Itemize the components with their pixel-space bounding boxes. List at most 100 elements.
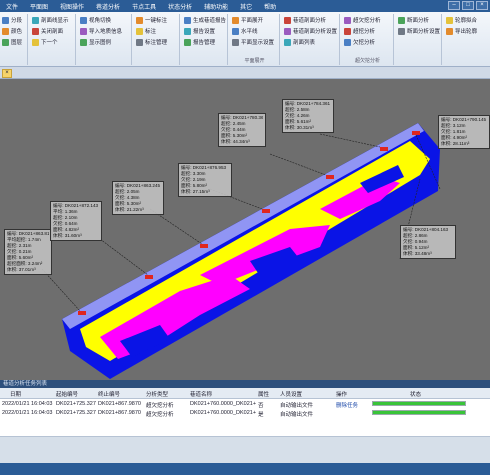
ribbon-btn-profile-list[interactable]: 剖面列表	[284, 38, 315, 46]
tunnel-3d-viewport[interactable]: 编号: DK021+863.816 平均超挖: 1.74m 超挖: 2.31m 欠挖:…	[0, 79, 490, 380]
ribbon-btn-section-analysis[interactable]: 断面分析	[398, 16, 429, 24]
menu-view[interactable]: 视图操作	[54, 2, 90, 11]
col-type[interactable]: 分析类型	[146, 390, 168, 398]
import-icon	[80, 27, 87, 35]
annotation-line: 体积: 27.15m³	[181, 189, 210, 194]
ribbon-btn-export-contour[interactable]: 导出轮廓	[446, 27, 477, 35]
task-table: 日期 起始编号 终止编号 分析类型 巷道名称 属性 人员设置 操作 状态 202…	[0, 388, 490, 436]
annotation-line: 体积: 33.48m³	[403, 251, 432, 256]
station-marker	[145, 275, 153, 279]
minimize-icon[interactable]: –	[448, 1, 460, 10]
cell-personnel: 自动输出文件	[280, 412, 314, 418]
list-icon	[284, 38, 291, 46]
col-status[interactable]: 状态	[410, 390, 421, 398]
ribbon-btn-profile-settings[interactable]: 巷道剖面分析设置	[284, 27, 337, 35]
cell-tunnel: DK021+760.0000_DK021+900	[190, 410, 256, 416]
document-tab[interactable]: ×	[2, 69, 12, 78]
manage-icon	[136, 38, 143, 46]
annotation-line: 体积: 21.22m³	[115, 207, 144, 212]
ribbon-btn-color[interactable]: 颜色	[2, 27, 22, 35]
display-icon	[232, 38, 239, 46]
folder-icon	[184, 38, 191, 46]
profile-icon	[284, 16, 291, 24]
ribbon-btn-overunder[interactable]: 超欠挖分析	[344, 16, 381, 24]
ribbon-btn-label[interactable]: 标注	[136, 27, 156, 35]
cell-end: DK021+867.9870	[98, 401, 141, 407]
ribbon-btn-next[interactable]: 下一个	[32, 38, 58, 46]
section-annotation-box[interactable]: 编号: DK021+804.163 超挖: 2.86m 欠挖: 0.94m 面积: 5…	[400, 225, 456, 259]
col-tunnel[interactable]: 巷道名称	[190, 390, 212, 398]
ribbon-btn-flat-settings[interactable]: 平面显示设置	[232, 38, 274, 46]
legend-icon	[80, 38, 87, 46]
col-date[interactable]: 日期	[10, 390, 21, 398]
menu-analysis[interactable]: 巷道分析	[90, 2, 126, 11]
ribbon-btn-segment[interactable]: 分段	[2, 16, 22, 24]
status-bar	[0, 463, 490, 475]
task-panel-title: 巷道分析任务列表	[0, 380, 490, 388]
menu-plan[interactable]: 平面图	[24, 2, 54, 11]
close-icon[interactable]: ×	[476, 1, 488, 10]
annotation-line: 体积: 28.11m³	[441, 141, 470, 146]
ribbon-btn-section-analysis-settings[interactable]: 断面分析设置	[398, 27, 440, 35]
ribbon-group-4: 一键标注 标注 标注管理	[134, 14, 180, 65]
menu-file[interactable]: 文件	[0, 2, 24, 11]
maximize-icon[interactable]: □	[462, 1, 474, 10]
cell-type: 超欠挖分析	[146, 403, 174, 409]
menu-other[interactable]: 其它	[234, 2, 258, 11]
ribbon-btn-section-show[interactable]: 剖面线显示	[32, 16, 69, 24]
section-annotation-box[interactable]: 编号: DK021+780.360 超挖: 2.45m 欠挖: 0.44m 面积: 5…	[218, 113, 266, 147]
view-switch-icon	[80, 16, 87, 24]
menu-node[interactable]: 节点工具	[126, 2, 162, 11]
ribbon-group-1: 分段 颜色 图层	[0, 14, 28, 65]
section-annotation-box[interactable]: 编号: DK021+872.143 平均: 1.36m 超挖: 2.10m 欠挖: 0…	[50, 201, 102, 241]
section-annotation-box[interactable]: 编号: DK021+863.816 平均超挖: 1.74m 超挖: 2.31m 欠挖:…	[4, 229, 52, 275]
menu-help[interactable]: 帮助	[258, 2, 282, 11]
close-section-icon	[32, 27, 39, 35]
station-marker	[262, 209, 270, 213]
contour-icon	[446, 16, 453, 24]
ribbon-btn-horizontal[interactable]: 水平线	[232, 27, 258, 35]
cell-tunnel: DK021+760.0000_DK021+900	[190, 401, 256, 407]
ribbon-btn-import-geo[interactable]: 导入地质信息	[80, 27, 122, 35]
section-annotation-box[interactable]: 编号: DK021+863.245 超挖: 2.05m 欠挖: 4.38m 面积: 5…	[112, 181, 164, 215]
ribbon-btn-auto-label[interactable]: 一键标注	[136, 16, 167, 24]
col-personnel[interactable]: 人员设置	[280, 390, 302, 398]
delete-task-link[interactable]: 删除任务	[336, 401, 368, 409]
ribbon-btn-layer[interactable]: 图层	[2, 38, 22, 46]
ribbon-btn-report-manage[interactable]: 报告管理	[184, 38, 215, 46]
section-annotation-box[interactable]: 编号: DK021+790.145 超挖: 3.12m 欠挖: 1.81m 面积: 4…	[438, 115, 490, 149]
cell-date: 2022/01/21 16:04:03	[2, 410, 53, 416]
section-annotation-box[interactable]: 编号: DK021+876.953 超挖: 3.30m 欠挖: 2.19m 面积: 5…	[178, 163, 232, 197]
cell-start: DK021+725.3270	[56, 410, 96, 416]
ribbon-group-5: 生成巷道报告 报告设置 报告管理	[182, 14, 228, 65]
settings-icon	[184, 27, 191, 35]
ribbon-btn-contour-fit[interactable]: 轮廓拟合	[446, 16, 477, 24]
ribbon-btn-label-manage[interactable]: 标注管理	[136, 38, 167, 46]
section-annotation-box[interactable]: 编号: DK021+784.361 超挖: 2.58m 欠挖: 4.26m 面积: 5…	[282, 99, 334, 133]
menu-assist[interactable]: 辅助功能	[198, 2, 234, 11]
ribbon-btn-report[interactable]: 生成巷道报告	[184, 16, 226, 24]
ribbon-btn-over[interactable]: 超挖分析	[344, 27, 375, 35]
ribbon-btn-profile[interactable]: 巷道剖面分析	[284, 16, 326, 24]
ribbon-group-7: 巷道剖面分析 巷道剖面分析设置 剖面列表	[282, 14, 340, 65]
ribbon-btn-section-close[interactable]: 关闭剖面	[32, 27, 63, 35]
section-icon	[32, 16, 39, 24]
ribbon-btn-under[interactable]: 欠挖分析	[344, 38, 375, 46]
annotation-line: 体积: 37.01m³	[7, 267, 36, 272]
layer-icon	[2, 38, 9, 46]
ribbon-btn-report-settings[interactable]: 报告设置	[184, 27, 215, 35]
tag-icon	[136, 27, 143, 35]
col-attr[interactable]: 属性	[258, 390, 269, 398]
station-marker	[380, 147, 388, 151]
progress-fill	[373, 402, 465, 405]
ribbon-group-6-label: 平面展开	[244, 58, 265, 64]
col-end[interactable]: 终止编号	[98, 390, 120, 398]
col-action[interactable]: 操作	[336, 390, 347, 398]
window-controls: – □ ×	[448, 1, 488, 10]
section-settings-icon	[398, 27, 405, 35]
ribbon-btn-legend[interactable]: 显示图例	[80, 38, 111, 46]
ribbon-btn-view-switch[interactable]: 视角切换	[80, 16, 111, 24]
ribbon-btn-flatten[interactable]: 平面展开	[232, 16, 263, 24]
menu-state[interactable]: 状态分析	[162, 2, 198, 11]
col-start[interactable]: 起始编号	[56, 390, 78, 398]
